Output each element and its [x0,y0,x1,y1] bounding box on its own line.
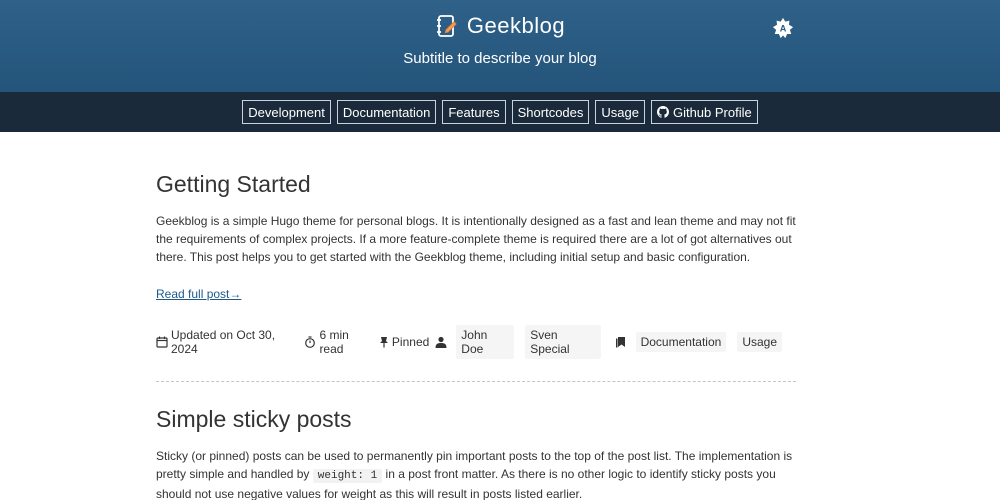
tag-link[interactable]: Usage [737,332,782,352]
post-title-link[interactable]: Simple sticky posts [156,405,796,433]
post-list: Getting Started Geekblog is a simple Hug… [156,132,796,500]
tags-icon [615,336,627,348]
main-menu: Development Documentation Features Short… [0,92,1000,132]
inline-code: weight: 1 [312,469,383,483]
menu-item-label: Features [448,104,500,120]
post-date: Updated on Oct 30, 2024 [156,328,298,356]
site-title[interactable]: Geekblog [467,13,565,39]
post-pinned: Pinned [379,335,429,349]
site-header: Geekblog Subtitle to describe your blog … [0,0,1000,92]
post-pinned-text: Pinned [391,335,430,349]
site-subtitle: Subtitle to describe your blog [403,50,597,67]
github-icon [656,106,669,118]
menu-item-label: Documentation [342,104,431,120]
post-authors: John Doe Sven Special [435,325,608,359]
site-brand[interactable]: Geekblog [0,13,1000,39]
post-excerpt: Geekblog is a simple Hugo theme for pers… [156,214,796,264]
post-excerpt: Sticky (or pinned) posts can be used to … [156,447,796,500]
menu-item-features[interactable]: Features [442,100,506,124]
menu-item-shortcodes[interactable]: Shortcodes [511,100,590,124]
post-title-link[interactable]: Getting Started [156,170,796,198]
menu-item-label: Github Profile [672,104,752,120]
auto-theme-icon[interactable]: A [772,17,794,39]
post-read-time: 6 min read [304,328,372,356]
calendar-icon [156,336,168,348]
svg-text:A: A [780,24,787,34]
author-tag[interactable]: John Doe [456,325,515,359]
tag-link[interactable]: Documentation [635,332,727,352]
menu-item-documentation[interactable]: Documentation [336,100,437,124]
post-card: Getting Started Geekblog is a simple Hug… [156,170,796,382]
post-meta: Updated on Oct 30, 2024 6 min read Pinne… [156,325,796,359]
notebook-pen-icon [435,14,459,38]
post-card: Simple sticky posts Sticky (or pinned) p… [156,405,796,500]
post-tags: Documentation Usage [615,332,790,352]
person-icon [435,336,447,348]
author-tag[interactable]: Sven Special [525,325,601,359]
menu-item-label: Shortcodes [517,104,584,120]
pin-icon [379,336,389,348]
post-read-time-text: 6 min read [319,328,349,356]
timer-icon [304,336,316,348]
read-full-post-link[interactable]: Read full post→ [156,287,241,301]
post-divider [156,381,796,382]
menu-item-development[interactable]: Development [242,100,331,124]
menu-item-github-profile[interactable]: Github Profile [650,100,758,124]
menu-item-label: Development [248,104,325,120]
menu-item-label: Usage [601,104,639,120]
post-date-text: Updated on Oct 30, 2024 [171,328,276,356]
menu-item-usage[interactable]: Usage [595,100,645,124]
